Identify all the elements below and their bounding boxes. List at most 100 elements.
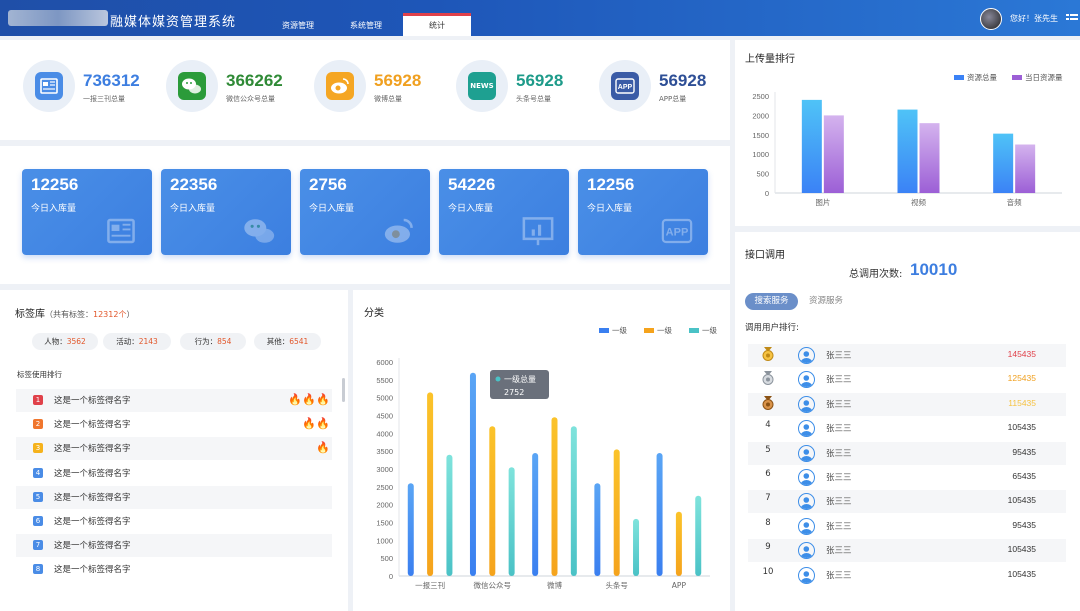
- user-rank-row[interactable]: 张三三 125435: [748, 368, 1066, 391]
- bar-头条号-series3[interactable]: [633, 518, 640, 576]
- bar-视频-series2[interactable]: [919, 123, 940, 193]
- tag-pill-label: 行为：: [194, 337, 218, 346]
- user-rank-row[interactable]: 7 张三三 105435: [748, 490, 1066, 514]
- chart-tooltip: 一级总量 2752: [490, 370, 549, 399]
- app-title: 融媒体媒资管理系统: [110, 15, 237, 30]
- user-call-count: 125435: [1007, 373, 1036, 384]
- stat-value: 736312: [83, 71, 140, 90]
- x-tick-label: 头条号: [605, 580, 628, 590]
- user-greeting[interactable]: 您好！张先生: [1010, 13, 1058, 24]
- user-name: 张三三: [826, 375, 852, 386]
- tag-library-title: 标签库: [15, 309, 45, 320]
- tag-name: 这是一个标签得名字: [54, 541, 131, 552]
- tab-statistics[interactable]: 统计: [403, 13, 471, 36]
- tab-resource-management[interactable]: 资源管理: [264, 13, 332, 36]
- today-card-2[interactable]: 22356 今日入库量: [161, 169, 291, 255]
- y-tick-label: 2000: [752, 111, 769, 120]
- user-rank: 6: [765, 469, 771, 479]
- tag-rank-row[interactable]: 1 这是一个标签得名字 🔥 🔥 🔥: [16, 389, 332, 412]
- wechat-icon: [178, 72, 206, 100]
- rank-badge: 7: [33, 540, 43, 551]
- user-rank-row[interactable]: 张三三 145435: [748, 344, 1066, 367]
- user-avatar-icon: [798, 347, 815, 364]
- rank-badge: 8: [33, 564, 43, 575]
- tag-usage-title: 标签使用排行: [17, 370, 62, 379]
- tag-rank-row[interactable]: 7 这是一个标签得名字: [16, 534, 332, 558]
- today-card-value: 2756: [309, 175, 347, 194]
- bar-微博-series2[interactable]: [551, 417, 558, 576]
- avatar[interactable]: [980, 8, 1002, 30]
- tag-pill-3[interactable]: 行为：854: [180, 333, 246, 350]
- tag-rank-row[interactable]: 6 这是一个标签得名字: [16, 510, 332, 533]
- stat-value: 56928: [516, 71, 564, 90]
- tag-pill-1[interactable]: 人物：3562: [32, 333, 98, 350]
- user-rank-row[interactable]: 4 张三三 105435: [748, 417, 1066, 440]
- user-rank-row[interactable]: 6 张三三 65435: [748, 466, 1066, 489]
- bar-一报三刊-series3[interactable]: [446, 454, 453, 576]
- today-card-1[interactable]: 12256 今日入库量: [22, 169, 152, 255]
- bar-微博-series1[interactable]: [532, 452, 539, 576]
- tag-pill-4[interactable]: 其他：6541: [254, 333, 321, 350]
- y-tick-label: 4000: [376, 429, 393, 438]
- user-rank-row[interactable]: 10 张三三 105435: [748, 564, 1066, 587]
- bar-微信公众号-series1[interactable]: [469, 372, 476, 576]
- user-rank-row[interactable]: 8 张三三 95435: [748, 515, 1066, 538]
- tag-name: 这是一个标签得名字: [54, 492, 131, 503]
- tab-resource-service[interactable]: 资源服务: [809, 293, 843, 310]
- top-header: 融媒体媒资管理系统 资源管理 系统管理 统计 您好！张先生: [0, 0, 1080, 36]
- menu-icon[interactable]: [1066, 13, 1078, 23]
- tag-rank-row[interactable]: 5 这是一个标签得名字: [16, 485, 332, 509]
- tab-system-management[interactable]: 系统管理: [332, 13, 400, 36]
- tag-rank-row[interactable]: 4 这是一个标签得名字: [16, 462, 332, 485]
- legend-label: 资源总量: [967, 72, 997, 82]
- bar-微信公众号-series3[interactable]: [508, 467, 515, 576]
- user-rank-row[interactable]: 5 张三三 95435: [748, 441, 1066, 465]
- bar-一报三刊-series1[interactable]: [407, 483, 414, 576]
- today-card-value: 22356: [170, 175, 218, 194]
- tag-rank-row[interactable]: 2 这是一个标签得名字 🔥 🔥: [16, 413, 332, 436]
- bar-音频-series2[interactable]: [1015, 144, 1036, 194]
- user-rank-row[interactable]: 9 张三三 105435: [748, 539, 1066, 563]
- tag-total-suffix: ）: [126, 310, 135, 319]
- bar-头条号-series1[interactable]: [594, 483, 601, 576]
- bar-视频-series1[interactable]: [897, 109, 918, 193]
- scrollbar[interactable]: [342, 378, 345, 402]
- bar-APP-series1[interactable]: [656, 452, 663, 576]
- newspaper-icon: [92, 209, 150, 253]
- bar-一报三刊-series2[interactable]: [427, 392, 434, 576]
- tag-rank-row[interactable]: 3 这是一个标签得名字 🔥: [16, 437, 332, 461]
- today-card-3[interactable]: 2756 今日入库量: [300, 169, 430, 255]
- bar-微博-series3[interactable]: [570, 426, 577, 576]
- user-call-count: 95435: [1012, 519, 1036, 530]
- tag-pill-value: 2143: [138, 337, 158, 346]
- bar-微信公众号-series2[interactable]: [489, 426, 496, 576]
- today-card-label: 今日入库量: [309, 204, 355, 214]
- user-rank-row[interactable]: 张三三 115435: [748, 392, 1066, 416]
- bar-图片-series1[interactable]: [801, 99, 822, 193]
- today-card-4[interactable]: 54226 今日入库量: [439, 169, 569, 255]
- bar-图片-series2[interactable]: [823, 115, 844, 193]
- tab-search-service[interactable]: 搜索服务: [745, 293, 798, 310]
- y-tick-label: 500: [380, 554, 393, 563]
- y-tick-label: 0: [389, 572, 393, 581]
- tag-rank-row[interactable]: 8 这是一个标签得名字: [16, 558, 332, 581]
- tag-name: 这是一个标签得名字: [54, 420, 131, 431]
- stat-4: NEWS 56928 头条号总量: [456, 60, 596, 116]
- y-tick-label: 0: [765, 189, 769, 198]
- today-card-5[interactable]: 12256 今日入库量 APP: [578, 169, 708, 255]
- tag-pill-2[interactable]: 活动：2143: [103, 333, 171, 350]
- tag-name: 这是一个标签得名字: [54, 565, 131, 576]
- user-call-count: 105435: [1007, 495, 1036, 506]
- stat-label: 头条号总量: [516, 95, 551, 103]
- bar-头条号-series2[interactable]: [613, 449, 620, 576]
- y-tick-label: 4500: [376, 412, 393, 421]
- tooltip-value: 2752: [504, 388, 524, 397]
- x-tick-label: 图片: [815, 197, 830, 207]
- bar-APP-series2[interactable]: [675, 511, 682, 576]
- rank-badge: 4: [33, 467, 43, 478]
- user-call-count: 105435: [1007, 544, 1036, 555]
- today-card-value: 54226: [448, 175, 496, 194]
- y-tick-label: 1000: [376, 536, 393, 545]
- bar-APP-series3[interactable]: [695, 495, 702, 576]
- bar-音频-series1[interactable]: [993, 133, 1014, 193]
